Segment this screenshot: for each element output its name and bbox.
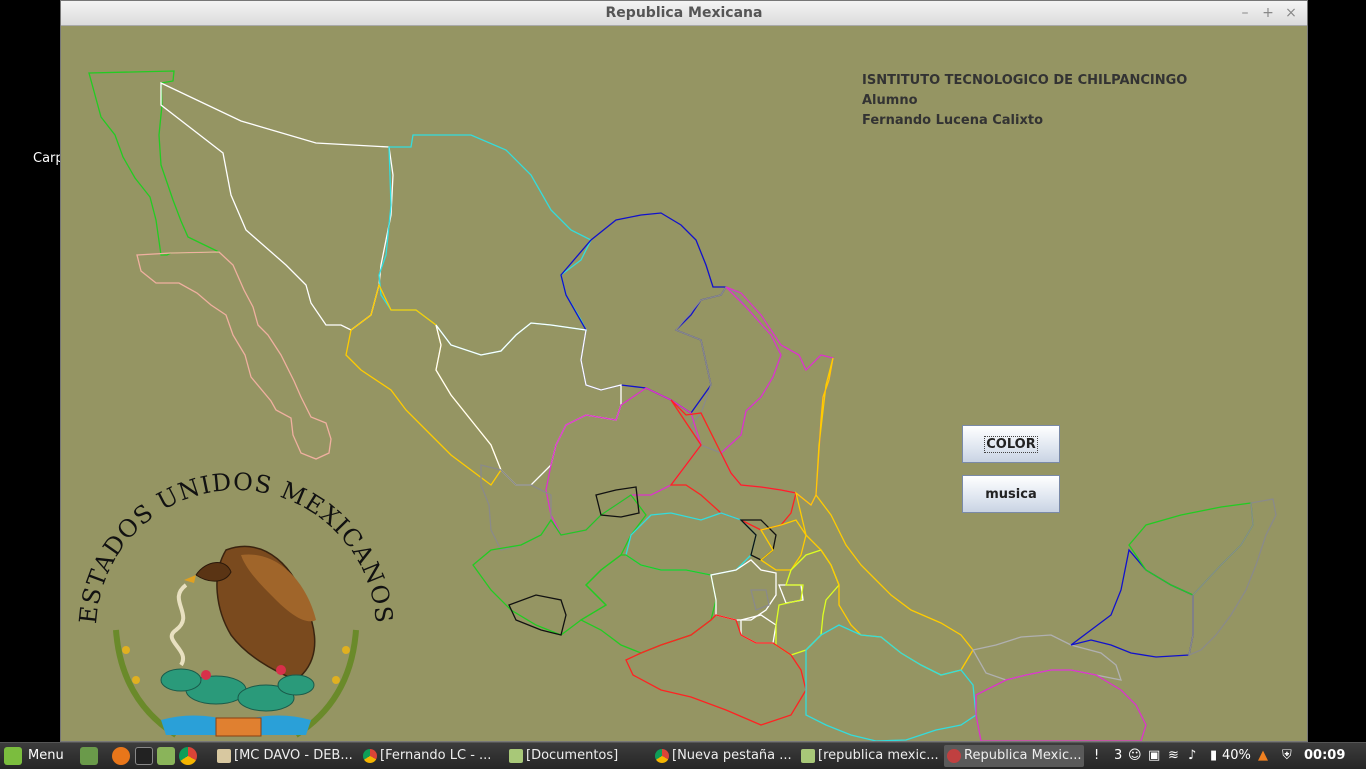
firefox-icon[interactable] [112, 747, 130, 765]
chrome-icon [655, 749, 669, 763]
state-outline-nayarit [480, 464, 552, 551]
state-outline-chiapas [975, 669, 1147, 741]
state-outline-san-luis-potosi [669, 399, 797, 531]
user-icon[interactable]: ☺ [1128, 745, 1144, 767]
taskbar: Menu [MC DAVO - DEB... [Fernando LC - ..… [0, 742, 1366, 769]
state-outline-jalisco [472, 494, 647, 636]
chrome-icon [363, 749, 377, 763]
state-outline-oaxaca [805, 624, 977, 741]
alert-icon[interactable]: ! [1094, 745, 1108, 767]
chrome-icon[interactable] [179, 747, 197, 765]
music-button[interactable]: musica [962, 475, 1060, 513]
battery-level: 40% [1222, 748, 1251, 763]
maximize-button[interactable]: + [1259, 4, 1277, 22]
student-name-label: Fernando Lucena Calixto [862, 113, 1043, 128]
task-item-new-tab[interactable]: [Nueva pestaña ... [652, 745, 794, 767]
map-panel: ESTADOS UNIDOS MEXICANOS ISNTITUTO TECNO… [61, 25, 1307, 741]
clock[interactable]: 00:09 [1304, 745, 1348, 767]
national-seal: ESTADOS UNIDOS MEXICANOS [74, 468, 397, 738]
state-outline-queretaro [739, 519, 777, 561]
mint-logo-icon [4, 746, 22, 765]
minimize-button[interactable]: – [1236, 4, 1254, 22]
state-outline-michoacan [579, 554, 717, 654]
start-menu-button[interactable]: Menu [4, 745, 70, 767]
folder-icon [509, 749, 523, 763]
task-item-media[interactable]: [MC DAVO - DEB... [214, 745, 356, 767]
mexico-states-map: ESTADOS UNIDOS MEXICANOS [74, 70, 1277, 741]
terminal-icon[interactable] [135, 747, 153, 765]
app-window: Republica Mexicana – + × ESTADOS UNIDOS … [60, 0, 1308, 742]
state-outline-baja-california [88, 70, 220, 256]
folder-icon [801, 749, 815, 763]
close-button[interactable]: × [1282, 4, 1300, 22]
wifi-icon[interactable]: ≋ [1168, 745, 1184, 767]
state-outline-baja-california-sur [136, 251, 332, 460]
state-outline-colima [508, 594, 567, 636]
battery-icon[interactable]: ▮ [1210, 745, 1220, 767]
update-manager-icon[interactable]: ▣ [1148, 745, 1164, 767]
shield-icon[interactable]: ⛨ [1282, 745, 1298, 767]
color-button-label: COLOR [984, 435, 1038, 453]
state-outline-chihuahua [378, 134, 592, 356]
java-icon [947, 749, 961, 763]
state-outline-guerrero [625, 614, 807, 726]
student-role-label: Alumno [862, 93, 918, 108]
window-title: Republica Mexicana [605, 5, 763, 21]
state-outline-morelos [740, 614, 777, 644]
state-outline-aguascalientes [595, 486, 640, 518]
state-outline-durango [435, 322, 622, 486]
task-item-chrome-profile[interactable]: [Fernando LC - ... [360, 745, 502, 767]
task-item-republica-folder[interactable]: [republica mexic... [798, 745, 940, 767]
state-outline-quintana-roo [1188, 498, 1277, 657]
vlc-icon[interactable]: ▲ [1258, 745, 1274, 767]
volume-icon[interactable]: ♪ [1188, 745, 1204, 767]
task-item-republica-window[interactable]: Republica Mexic... [944, 745, 1084, 767]
color-button[interactable]: COLOR [962, 425, 1060, 463]
state-outline-nuevo-leon [674, 286, 782, 454]
files-icon[interactable] [157, 747, 175, 765]
state-outline-sinaloa [345, 283, 502, 486]
state-outline-veracruz [794, 357, 974, 676]
state-outline-yucatan [1128, 502, 1254, 596]
state-outline-cdmx [750, 589, 770, 611]
show-desktop-icon[interactable] [80, 747, 98, 765]
window-titlebar[interactable]: Republica Mexicana – + × [61, 1, 1307, 26]
notification-count: 3 [1114, 748, 1123, 763]
media-icon [217, 749, 231, 763]
state-outline-tamaulipas [720, 286, 834, 507]
task-item-documents[interactable]: [Documentos] [506, 745, 648, 767]
state-outline-campeche [1070, 548, 1194, 658]
institute-label: ISNTITUTO TECNOLOGICO DE CHILPANCINGO [862, 73, 1188, 88]
